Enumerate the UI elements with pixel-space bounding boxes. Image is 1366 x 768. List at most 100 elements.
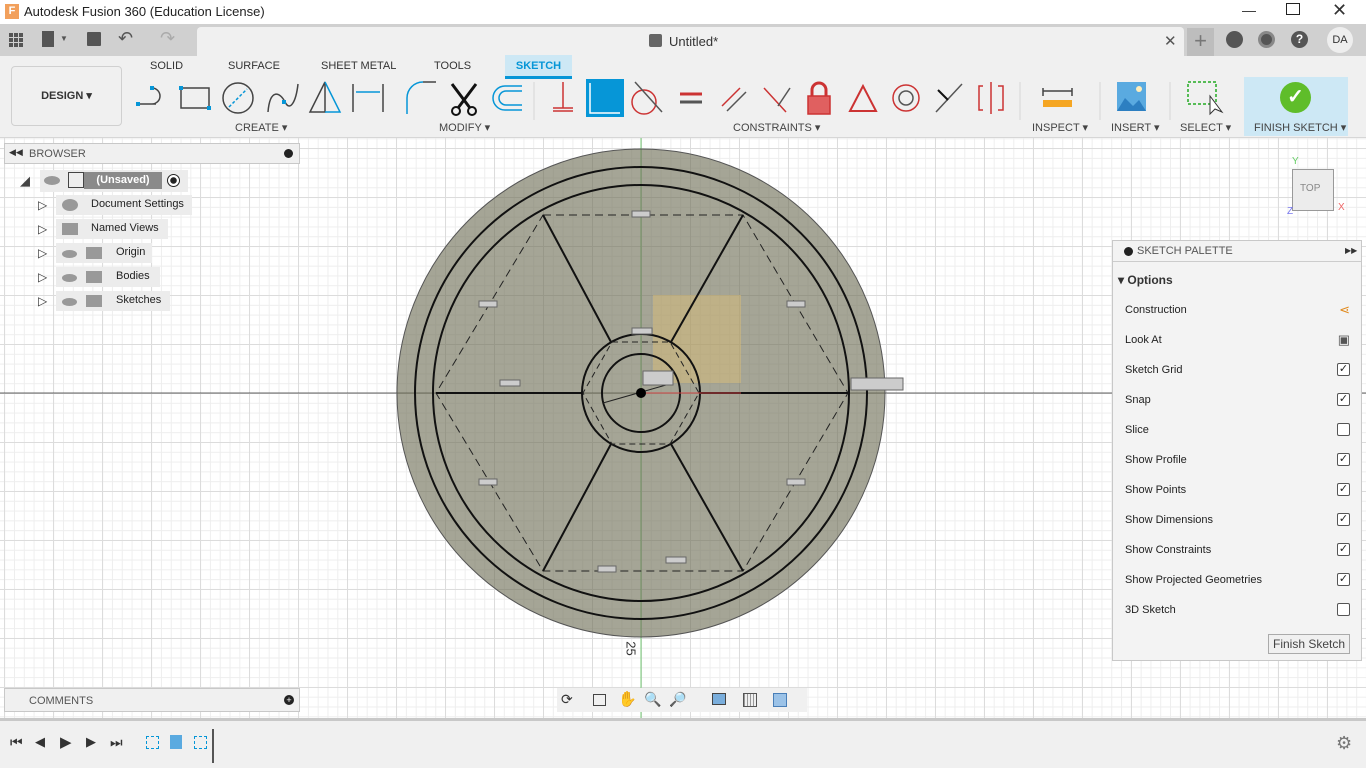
visibility-eye-icon[interactable] <box>62 298 77 306</box>
perpendicular-constraint-icon[interactable] <box>763 87 791 113</box>
measure-ruler-icon[interactable] <box>1042 88 1073 107</box>
zoom-icon[interactable]: 🔍 <box>644 691 661 708</box>
chevron-down-icon[interactable]: ▼ <box>60 34 68 43</box>
collapse-triangle-icon[interactable]: ◢ <box>20 173 30 189</box>
restore-button[interactable] <box>1286 3 1300 15</box>
fit-zoom-icon[interactable]: 🔎 <box>669 691 686 708</box>
expand-triangle-icon[interactable]: ▷ <box>38 270 47 284</box>
go-to-start-icon[interactable]: ⏮ <box>10 734 23 751</box>
redo-icon[interactable]: ↷ <box>160 28 175 49</box>
app-grid-icon[interactable] <box>9 33 23 47</box>
triangle-tool-icon[interactable] <box>308 81 342 113</box>
fillet-tool-icon[interactable] <box>406 81 436 114</box>
insert-image-icon[interactable] <box>1117 82 1146 111</box>
concentric-constraint-icon[interactable] <box>892 84 920 112</box>
trim-scissors-icon[interactable] <box>450 83 478 116</box>
close-window-button[interactable]: ✕ <box>1332 0 1347 21</box>
finish-sketch-button[interactable]: ✓ FINISH SKETCH ▾ <box>1244 77 1348 136</box>
new-tab-button[interactable]: + <box>1187 28 1214 56</box>
option-checkbox[interactable]: ✓ <box>1337 393 1350 406</box>
look-at-icon[interactable]: ▣ <box>1338 332 1350 348</box>
expand-palette-icon[interactable]: ▶▶ <box>1345 246 1357 255</box>
view-cube[interactable]: TOP <box>1292 169 1334 211</box>
go-to-end-icon[interactable]: ⏭ <box>110 734 123 751</box>
tangent-constraint-icon[interactable] <box>631 81 663 115</box>
timeline-sketch-icon[interactable] <box>194 736 207 749</box>
comments-panel-header[interactable]: COMMENTS + <box>4 688 300 712</box>
timeline-extrude-icon[interactable] <box>170 735 182 749</box>
tab-tools[interactable]: TOOLS <box>434 60 471 72</box>
option-checkbox[interactable] <box>1337 423 1350 436</box>
option-checkbox[interactable]: ✓ <box>1337 453 1350 466</box>
parallel-constraint-icon[interactable] <box>721 87 747 112</box>
grid-settings-icon[interactable] <box>743 693 757 707</box>
timeline-settings-gear-icon[interactable]: ⚙ <box>1336 733 1352 754</box>
add-comment-icon[interactable]: + <box>284 695 294 705</box>
expand-triangle-icon[interactable]: ▷ <box>38 198 47 212</box>
extensions-icon[interactable] <box>1226 31 1243 48</box>
step-back-icon[interactable]: ◀ <box>35 734 45 750</box>
option-checkbox[interactable]: ✓ <box>1337 573 1350 586</box>
lock-constraint-icon[interactable] <box>807 81 831 115</box>
close-tab-icon[interactable]: ✕ <box>1164 32 1177 50</box>
collapse-browser-icon[interactable]: ◀◀ <box>9 147 23 158</box>
coincident-constraint-icon[interactable] <box>586 79 624 117</box>
palette-finish-sketch-button[interactable]: Finish Sketch <box>1268 634 1350 654</box>
visibility-eye-icon[interactable] <box>62 274 77 282</box>
expand-triangle-icon[interactable]: ▷ <box>38 222 47 236</box>
workspace-switcher[interactable]: DESIGN ▾ <box>11 66 122 126</box>
option-checkbox[interactable] <box>1337 603 1350 616</box>
palette-header[interactable]: SKETCH PALETTE ▶▶ <box>1113 241 1361 262</box>
equal-constraint-icon[interactable] <box>680 92 702 104</box>
tab-sketch[interactable]: SKETCH <box>505 55 572 79</box>
modify-menu[interactable]: MODIFY ▾ <box>439 121 490 134</box>
view-cube-face[interactable]: TOP <box>1300 183 1320 194</box>
select-window-icon[interactable] <box>1187 81 1224 116</box>
minimize-button[interactable]: — <box>1238 2 1260 18</box>
browser-root-item[interactable]: ◢ (Unsaved) <box>18 170 188 192</box>
minimize-panel-icon[interactable] <box>284 149 293 158</box>
collinear-constraint-icon[interactable] <box>978 82 1004 114</box>
play-icon[interactable]: ▶ <box>60 733 72 751</box>
tab-sheet-metal[interactable]: SHEET METAL <box>321 60 396 72</box>
circle-tool-icon[interactable] <box>222 82 254 114</box>
option-checkbox[interactable]: ✓ <box>1337 483 1350 496</box>
visibility-eye-icon[interactable] <box>44 176 60 185</box>
inspect-menu[interactable]: INSPECT ▾ <box>1032 121 1088 134</box>
sketch-canvas[interactable]: 25 ◀◀ BROWSER ◢ (Unsaved) ▷ Document Set… <box>0 138 1366 718</box>
undo-icon[interactable]: ↶ <box>118 28 133 49</box>
dimension-label[interactable]: 25 <box>624 641 639 655</box>
dimension-tool-icon[interactable] <box>352 84 384 112</box>
tab-surface[interactable]: SURFACE <box>228 60 280 72</box>
insert-menu[interactable]: INSERT ▾ <box>1111 121 1160 134</box>
options-section-toggle[interactable]: ▾ Options <box>1118 273 1173 287</box>
select-menu[interactable]: SELECT ▾ <box>1180 121 1231 134</box>
option-checkbox[interactable]: ✓ <box>1337 543 1350 556</box>
minimize-palette-icon[interactable] <box>1124 247 1133 256</box>
timeline-sketch-icon[interactable] <box>146 736 159 749</box>
step-forward-icon[interactable]: ▶ <box>86 734 96 750</box>
browser-panel-header[interactable]: ◀◀ BROWSER <box>4 143 300 164</box>
user-avatar[interactable]: DA <box>1327 27 1353 53</box>
look-at-icon[interactable] <box>593 694 606 706</box>
offset-tool-icon[interactable] <box>492 85 522 111</box>
timeline-marker[interactable] <box>212 729 214 763</box>
rectangle-tool-icon[interactable] <box>179 86 211 110</box>
expand-triangle-icon[interactable]: ▷ <box>38 246 47 260</box>
viewports-icon[interactable] <box>773 693 787 707</box>
line-tool-icon[interactable] <box>136 86 161 106</box>
help-icon[interactable]: ? <box>1291 31 1308 48</box>
save-icon[interactable] <box>87 32 101 46</box>
construction-icon[interactable]: ⋖ <box>1339 302 1350 318</box>
activate-radio-icon[interactable] <box>167 174 180 187</box>
tab-solid[interactable]: SOLID <box>150 60 183 72</box>
file-menu-icon[interactable] <box>42 31 54 47</box>
document-tab[interactable]: Untitled* ✕ <box>197 27 1184 56</box>
fix-constraint-icon[interactable] <box>553 82 573 112</box>
job-status-icon[interactable] <box>1258 31 1275 48</box>
constraints-menu[interactable]: CONSTRAINTS ▾ <box>733 121 820 134</box>
create-menu[interactable]: CREATE ▾ <box>235 121 287 134</box>
symmetric-constraint-icon[interactable] <box>848 83 878 112</box>
midpoint-constraint-icon[interactable] <box>935 83 963 113</box>
pan-hand-icon[interactable]: ✋ <box>618 690 637 708</box>
